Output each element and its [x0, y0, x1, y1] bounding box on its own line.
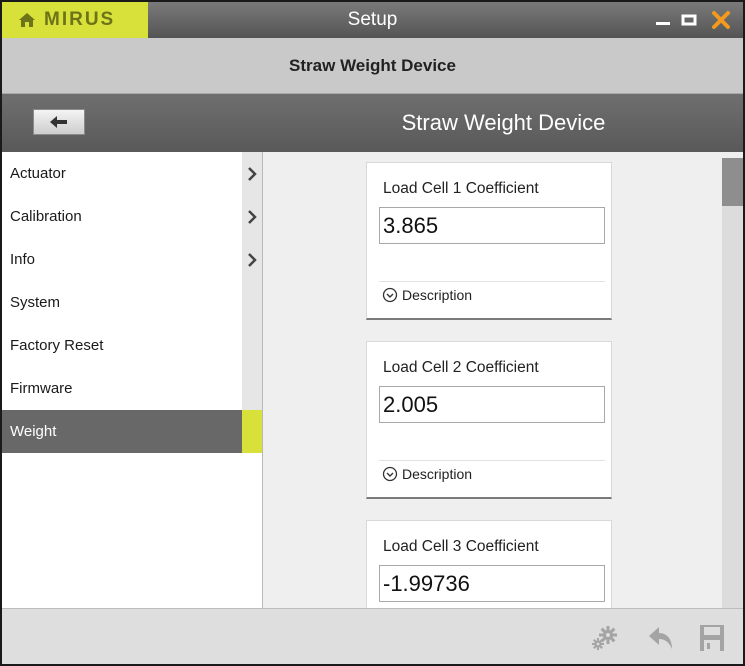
sidebar-item-gutter: [242, 324, 262, 367]
coefficient-input[interactable]: -1.99736: [379, 565, 605, 602]
chevron-down-circle-icon: [382, 287, 398, 303]
coefficient-input[interactable]: 3.865: [379, 207, 605, 244]
divider: [379, 460, 605, 461]
sidebar-item-info[interactable]: Info: [2, 238, 262, 281]
active-indicator: [242, 410, 262, 453]
description-toggle[interactable]: Description: [382, 287, 472, 303]
sidebar-item-label: Firmware: [10, 380, 73, 397]
sidebar-item-label: Calibration: [10, 208, 82, 225]
chevron-down-circle-icon: [382, 466, 398, 482]
undo-button[interactable]: [646, 623, 676, 653]
sidebar-item-calibration[interactable]: Calibration: [2, 195, 262, 238]
page-title: Straw Weight Device: [401, 110, 606, 135]
coefficient-card: Load Cell 3 Coefficient -1.99736: [366, 520, 612, 608]
divider: [379, 281, 605, 282]
description-label: Description: [402, 287, 473, 303]
maximize-button[interactable]: [676, 2, 702, 38]
sidebar-item-gutter: [242, 367, 262, 410]
description-label: Description: [402, 466, 473, 482]
settings-content: Load Cell 1 Coefficient 3.865 Descriptio…: [263, 152, 743, 608]
save-button[interactable]: [697, 623, 727, 653]
sidebar-item-label: Info: [10, 251, 36, 268]
undo-icon: [649, 627, 672, 649]
field-label: Load Cell 2 Coefficient: [383, 359, 539, 376]
sidebar-item-factory-reset[interactable]: Factory Reset: [2, 324, 262, 367]
sidebar-item-actuator[interactable]: Actuator: [2, 152, 262, 195]
sidebar-item-weight[interactable]: Weight: [2, 410, 262, 453]
device-subtitle: Straw Weight Device: [2, 38, 743, 94]
home-icon: [19, 13, 35, 27]
page-header: Straw Weight Device: [2, 94, 743, 152]
sidebar-item-system[interactable]: System: [2, 281, 262, 324]
save-icon: [700, 625, 724, 651]
chevron-right-icon: [242, 238, 262, 281]
close-icon: [712, 11, 730, 29]
logo-text: MIRUS: [44, 9, 116, 30]
close-button[interactable]: [706, 2, 736, 38]
coefficient-card: Load Cell 1 Coefficient 3.865 Descriptio…: [366, 162, 612, 320]
coefficient-card: Load Cell 2 Coefficient 2.005 Descriptio…: [366, 341, 612, 499]
home-logo-button[interactable]: MIRUS: [2, 2, 148, 38]
arrow-left-icon: [50, 116, 67, 128]
minimize-button[interactable]: [650, 2, 676, 38]
chevron-right-icon: [242, 195, 262, 238]
back-button[interactable]: [33, 109, 85, 135]
sidebar-item-label: Actuator: [10, 165, 66, 182]
coefficient-input[interactable]: 2.005: [379, 386, 605, 423]
settings-sidebar: Actuator Calibration Info System Factory…: [2, 152, 263, 608]
description-toggle[interactable]: Description: [382, 466, 472, 482]
settings-button[interactable]: [589, 623, 619, 653]
sidebar-item-label: Factory Reset: [10, 337, 104, 354]
minimize-icon: [656, 22, 670, 25]
maximize-icon: [681, 14, 697, 26]
scrollbar-thumb[interactable]: [722, 158, 743, 206]
scrollbar-track[interactable]: [722, 158, 743, 608]
title-bar: Setup MIRUS: [2, 2, 743, 38]
sidebar-item-label: Weight: [10, 423, 57, 440]
footer-toolbar: [2, 608, 743, 664]
field-label: Load Cell 1 Coefficient: [383, 180, 539, 197]
settings-gears-icon: [592, 626, 617, 650]
field-label: Load Cell 3 Coefficient: [383, 538, 539, 555]
app-window: Setup MIRUS Straw Weight Device Straw We…: [0, 0, 745, 666]
sidebar-item-gutter: [242, 281, 262, 324]
sidebar-item-firmware[interactable]: Firmware: [2, 367, 262, 410]
sidebar-item-label: System: [10, 294, 61, 311]
chevron-right-icon: [242, 152, 262, 195]
